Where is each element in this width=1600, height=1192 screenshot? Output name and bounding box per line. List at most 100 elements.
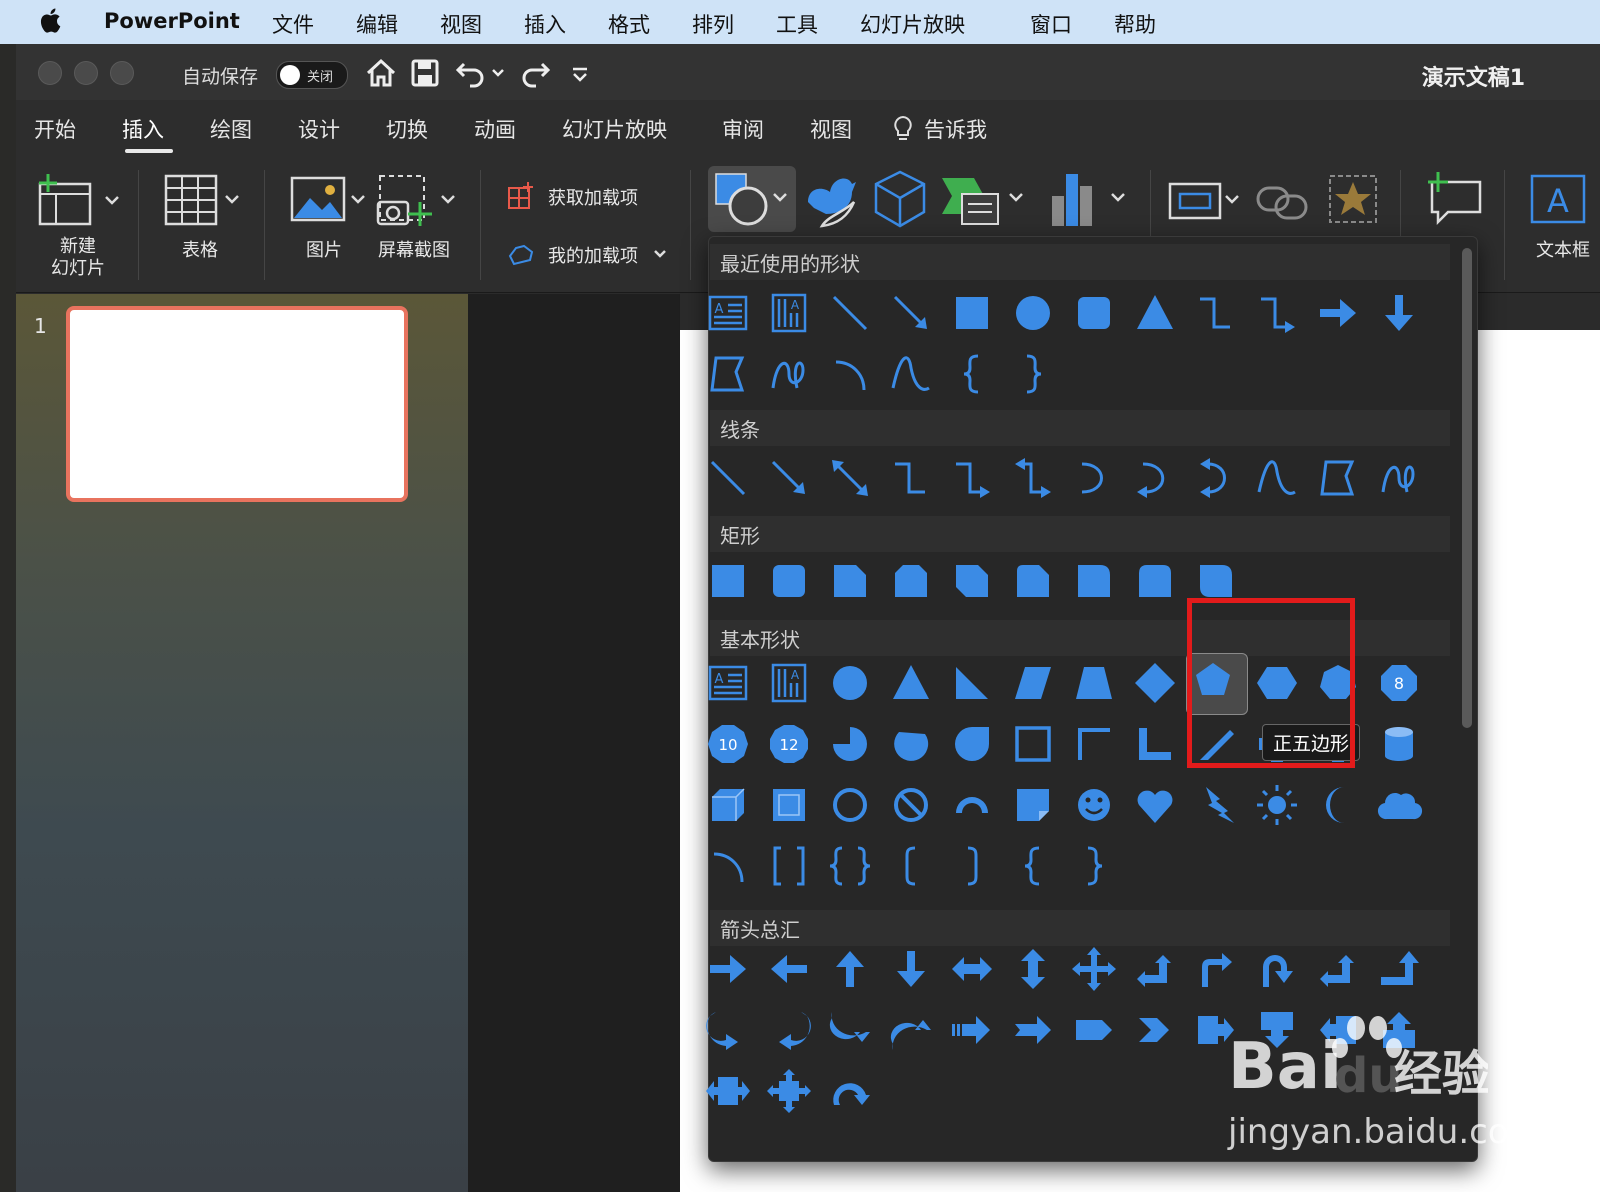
- shape-notchedright-icon[interactable]: [1007, 1004, 1059, 1056]
- shape-round1-icon[interactable]: [1068, 555, 1120, 607]
- shape-curve-icon[interactable]: [1068, 452, 1120, 504]
- shape-cube-icon[interactable]: [702, 779, 754, 831]
- shape-snip2diag-icon[interactable]: [946, 555, 998, 607]
- my-addins-button[interactable]: 我的加载项: [548, 242, 638, 268]
- shape-parallelogram-icon[interactable]: [1007, 657, 1059, 709]
- tab-insert[interactable]: 插入: [122, 114, 164, 144]
- shape-stripedright-icon[interactable]: [946, 1004, 998, 1056]
- shape-elbow-icon[interactable]: [885, 452, 937, 504]
- apple-icon[interactable]: [40, 6, 64, 40]
- shape-octagon-icon[interactable]: 8: [1373, 657, 1425, 709]
- shape-diamond-icon[interactable]: [1129, 657, 1181, 709]
- shape-lrarrow-icon[interactable]: [946, 943, 998, 995]
- menu-tools[interactable]: 工具: [776, 9, 818, 39]
- close-window-button[interactable]: [38, 61, 62, 85]
- shape-arrowline-icon[interactable]: [885, 287, 937, 339]
- shape-rect-icon[interactable]: [702, 555, 754, 607]
- shape-teardrop-icon[interactable]: [946, 718, 998, 770]
- menu-view[interactable]: 视图: [440, 9, 482, 39]
- tab-home[interactable]: 开始: [34, 114, 76, 144]
- shape-wave-icon[interactable]: [1251, 452, 1303, 504]
- shape-rarrow-icon[interactable]: [702, 943, 754, 995]
- shape-larrow-icon[interactable]: [763, 943, 815, 995]
- shape-snip2same-icon[interactable]: [885, 555, 937, 607]
- shape-rrect-icon[interactable]: [763, 555, 815, 607]
- shape-elbowdbl-icon[interactable]: [1007, 452, 1059, 504]
- shape-blockarc-icon[interactable]: [946, 779, 998, 831]
- shape-moon-icon[interactable]: [1312, 779, 1364, 831]
- undo-dropdown-chevron-icon[interactable]: [488, 56, 508, 90]
- shape-rarrow-icon[interactable]: [1312, 287, 1364, 339]
- shape-curvedright-icon[interactable]: [702, 1004, 754, 1056]
- shape-dbracket-icon[interactable]: [763, 840, 815, 892]
- shape-bentup-icon[interactable]: [1373, 943, 1425, 995]
- shape-quadarrow-icon[interactable]: [1068, 943, 1120, 995]
- shape-quadcallout-icon[interactable]: [763, 1065, 815, 1117]
- menu-help[interactable]: 帮助: [1114, 9, 1156, 39]
- shape-rtriangle-icon[interactable]: [946, 657, 998, 709]
- shape-line-icon[interactable]: [824, 287, 876, 339]
- get-addins-button[interactable]: 获取加载项: [548, 184, 638, 210]
- shape-darrow-icon[interactable]: [885, 943, 937, 995]
- menu-slideshow[interactable]: 幻灯片放映: [860, 9, 965, 39]
- shape-udarrow-icon[interactable]: [1007, 943, 1059, 995]
- shape-cloud-icon[interactable]: [1373, 779, 1425, 831]
- shapes-button[interactable]: [708, 166, 796, 232]
- shape-triangle-icon[interactable]: [885, 657, 937, 709]
- shape-rbrace-icon[interactable]: [1007, 348, 1059, 400]
- shape-curvearrow-icon[interactable]: [1129, 452, 1181, 504]
- shape-circle-icon[interactable]: [824, 657, 876, 709]
- customize-toolbar-icon[interactable]: [568, 56, 592, 90]
- shape-curvedleft-icon[interactable]: [763, 1004, 815, 1056]
- menu-insert[interactable]: 插入: [524, 9, 566, 39]
- table-icon[interactable]: [164, 172, 248, 230]
- tab-transitions[interactable]: 切换: [386, 114, 428, 144]
- shape-elbow-icon[interactable]: [1190, 287, 1242, 339]
- save-icon[interactable]: [408, 56, 442, 90]
- media-icon[interactable]: [1166, 174, 1246, 228]
- textbox-icon[interactable]: A: [1528, 170, 1588, 230]
- smartart-icon[interactable]: [940, 172, 1032, 230]
- shape-lbrace-icon[interactable]: [946, 348, 998, 400]
- shape-lrcallout-icon[interactable]: [702, 1065, 754, 1117]
- 3d-models-icon[interactable]: [872, 168, 928, 230]
- shape-dbrace-icon[interactable]: [824, 840, 876, 892]
- shape-rrect-icon[interactable]: [1068, 287, 1120, 339]
- new-slide-icon[interactable]: [36, 172, 126, 230]
- shape-trapezoid-icon[interactable]: [1068, 657, 1120, 709]
- shape-vtextbox-icon[interactable]: A: [763, 657, 815, 709]
- shape-rbracket-icon[interactable]: [946, 840, 998, 892]
- menu-app-name[interactable]: PowerPoint: [104, 9, 240, 33]
- undo-icon[interactable]: [454, 56, 488, 90]
- shape-chevron-icon[interactable]: [1129, 1004, 1181, 1056]
- shape-arrowline-icon[interactable]: [763, 452, 815, 504]
- shape-can-icon[interactable]: [1373, 718, 1425, 770]
- shape-rbrace-icon[interactable]: [1068, 840, 1120, 892]
- shape-heart-icon[interactable]: [1129, 779, 1181, 831]
- shape-scribble-icon[interactable]: [763, 348, 815, 400]
- shape-arc-icon[interactable]: [702, 840, 754, 892]
- shape-smiley-icon[interactable]: [1068, 779, 1120, 831]
- chevron-down-icon[interactable]: [652, 244, 668, 264]
- shape-scribble-icon[interactable]: [1373, 452, 1425, 504]
- shape-circle-icon[interactable]: [1007, 287, 1059, 339]
- minimize-window-button[interactable]: [74, 61, 98, 85]
- shape-uarrow-icon[interactable]: [824, 943, 876, 995]
- shape-donut-icon[interactable]: [824, 779, 876, 831]
- shape-nosymbol-icon[interactable]: [885, 779, 937, 831]
- screenshot-icon[interactable]: [376, 172, 460, 232]
- shape-circulararrow-icon[interactable]: [824, 1065, 876, 1117]
- shape-foldedcorner-icon[interactable]: [1007, 779, 1059, 831]
- tab-slideshow[interactable]: 幻灯片放映: [562, 114, 667, 144]
- tab-view[interactable]: 视图: [810, 114, 852, 144]
- tab-review[interactable]: 审阅: [722, 114, 764, 144]
- shape-bentarrow-icon[interactable]: [1190, 943, 1242, 995]
- gallery-scrollbar[interactable]: [1462, 248, 1472, 728]
- shape-halfframe-icon[interactable]: [1068, 718, 1120, 770]
- shape-textbox-icon[interactable]: A: [702, 657, 754, 709]
- shape-elbowarrow-icon[interactable]: [1251, 287, 1303, 339]
- slide-thumbnail[interactable]: [66, 306, 408, 502]
- zoom-window-button[interactable]: [110, 61, 134, 85]
- tab-draw[interactable]: 绘图: [210, 114, 252, 144]
- shape-chord-icon[interactable]: [885, 718, 937, 770]
